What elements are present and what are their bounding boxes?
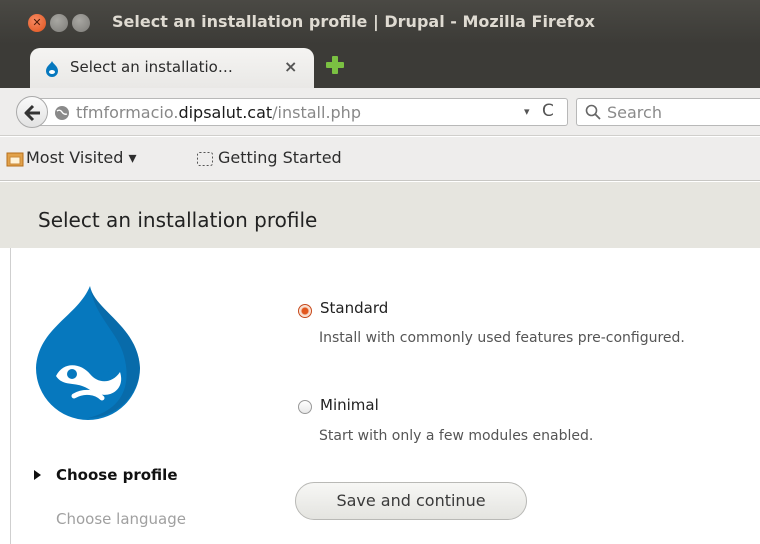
sidebar-divider — [10, 248, 11, 544]
option-label-standard[interactable]: Standard — [320, 299, 388, 317]
option-desc-standard: Install with commonly used features pre-… — [319, 330, 685, 346]
option-label-minimal[interactable]: Minimal — [320, 396, 379, 414]
tab-title: Select an installatio… — [70, 58, 233, 76]
page-title: Select an installation profile — [38, 208, 318, 232]
url-dropdown-icon[interactable]: ▾ — [524, 105, 530, 118]
url-path: /install.php — [272, 103, 361, 122]
save-and-continue-button[interactable]: Save and continue — [295, 482, 527, 520]
step-next: Choose language — [56, 510, 186, 528]
back-button[interactable] — [16, 96, 48, 128]
back-arrow-icon — [24, 104, 40, 122]
plus-icon[interactable] — [324, 54, 346, 76]
url-bar[interactable]: tfmformacio.dipsalut.cat/install.php ▾ C — [40, 98, 568, 126]
globe-icon — [55, 106, 69, 120]
step-arrow-icon — [34, 470, 41, 480]
page-icon — [197, 152, 213, 166]
navigation-toolbar: tfmformacio.dipsalut.cat/install.php ▾ C… — [0, 88, 760, 136]
tab-close-icon[interactable]: × — [284, 57, 297, 76]
bookmark-getting-started[interactable]: Getting Started — [218, 148, 342, 167]
close-window-icon[interactable]: ✕ — [28, 14, 46, 32]
folder-icon — [6, 152, 24, 167]
page-header: Select an installation profile — [0, 182, 760, 248]
tab-strip: Select an installatio… × — [0, 44, 760, 88]
window-titlebar: ✕ Select an installation profile | Drupa… — [0, 0, 760, 44]
search-bar[interactable]: Search — [576, 98, 760, 126]
minimize-window-icon[interactable] — [50, 14, 68, 32]
page-content: Select an installation profile Choose pr… — [0, 182, 760, 544]
search-icon — [585, 104, 601, 120]
reload-icon[interactable]: C — [542, 101, 554, 121]
drupal-logo-icon — [36, 286, 140, 420]
url-text: tfmformacio.dipsalut.cat/install.php — [76, 103, 361, 122]
url-prefix: tfmformacio. — [76, 103, 179, 122]
bookmarks-toolbar: Most Visited ▾ Getting Started — [0, 137, 760, 181]
bookmark-most-visited[interactable]: Most Visited ▾ — [26, 148, 137, 167]
option-desc-minimal: Start with only a few modules enabled. — [319, 428, 594, 444]
browser-tab[interactable]: Select an installatio… × — [30, 48, 314, 88]
step-active-label: Choose profile — [56, 466, 178, 484]
window-title: Select an installation profile | Drupal … — [112, 12, 595, 31]
search-placeholder: Search — [607, 103, 662, 122]
url-domain: dipsalut.cat — [178, 103, 273, 122]
radio-minimal[interactable] — [298, 400, 312, 414]
radio-standard[interactable] — [298, 304, 312, 318]
maximize-window-icon[interactable] — [72, 14, 90, 32]
drupal-favicon-icon — [46, 61, 58, 77]
